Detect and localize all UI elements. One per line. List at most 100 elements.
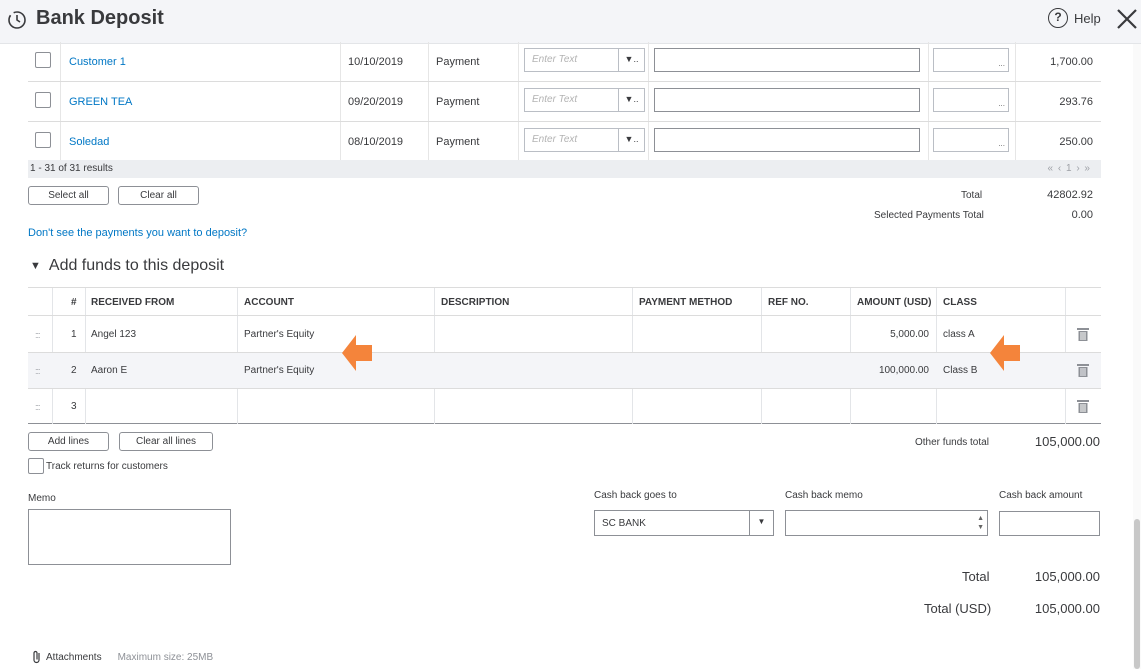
clear-all-button[interactable]: Clear all bbox=[118, 186, 199, 205]
attachments-label[interactable]: Attachments bbox=[46, 652, 102, 663]
attachments-area[interactable]: Attachments Maximum size: 25MB bbox=[32, 650, 213, 664]
total-value: 42802.92 bbox=[1047, 189, 1093, 201]
other-funds-total-value: 105,000.00 bbox=[1034, 434, 1100, 449]
row-checkbox[interactable] bbox=[35, 132, 51, 148]
ref-no-input[interactable]: ... bbox=[933, 48, 1009, 72]
page-title: Bank Deposit bbox=[36, 7, 164, 29]
received-from-cell[interactable]: Angel 123 bbox=[91, 329, 136, 340]
ref-no-input[interactable]: ... bbox=[933, 128, 1009, 152]
missing-payments-link[interactable]: Don't see the payments you want to depos… bbox=[28, 227, 247, 239]
amount-cell[interactable]: 5,000.00 bbox=[857, 329, 929, 340]
payment-amount: 1,700.00 bbox=[1050, 55, 1093, 68]
other-funds-total-label: Other funds total bbox=[915, 437, 989, 448]
payment-row: GREEN TEA 09/20/2019 Payment Enter Text ▼… bbox=[28, 82, 1101, 122]
row-checkbox[interactable] bbox=[35, 92, 51, 108]
payment-type: Payment bbox=[436, 95, 480, 108]
page-header: Bank Deposit ? Help bbox=[0, 0, 1141, 44]
col-header-amount: AMOUNT (USD) bbox=[857, 297, 932, 308]
dropdown-arrow-icon[interactable]: ▼ bbox=[749, 511, 773, 535]
total-label: Total bbox=[961, 190, 983, 201]
dropdown-arrow-icon[interactable]: ▼.. bbox=[618, 89, 644, 111]
cash-back-memo-label: Cash back memo bbox=[785, 490, 863, 501]
trash-icon[interactable] bbox=[1077, 399, 1089, 413]
help-icon: ? bbox=[1048, 8, 1068, 28]
payment-method-select[interactable]: Enter Text ▼.. bbox=[524, 48, 645, 72]
total-usd-label: Total (USD) bbox=[924, 601, 992, 616]
cash-back-goes-to-label: Cash back goes to bbox=[594, 490, 677, 501]
paperclip-icon bbox=[33, 650, 40, 664]
col-header-num: # bbox=[71, 297, 77, 308]
ref-no-input[interactable]: ... bbox=[933, 88, 1009, 112]
scrollbar[interactable] bbox=[1133, 44, 1141, 669]
clear-all-lines-button[interactable]: Clear all lines bbox=[119, 432, 213, 451]
funds-grid: # RECEIVED FROM ACCOUNT DESCRIPTION PAYM… bbox=[28, 287, 1101, 424]
dropdown-arrow-icon[interactable]: ▼.. bbox=[618, 129, 644, 151]
collapse-triangle-icon: ▼ bbox=[30, 260, 41, 272]
add-funds-section-toggle[interactable]: ▼ Add funds to this deposit bbox=[30, 257, 224, 275]
annotation-arrow-left bbox=[990, 335, 1020, 371]
cash-back-account-select[interactable]: SC BANK ▼ bbox=[594, 510, 774, 536]
account-cell[interactable]: Partner's Equity bbox=[244, 365, 314, 376]
payment-method-select[interactable]: Enter Text ▼.. bbox=[524, 128, 645, 152]
row-number: 2 bbox=[71, 365, 77, 376]
class-cell[interactable]: Class B bbox=[943, 365, 977, 376]
trash-icon[interactable] bbox=[1077, 327, 1089, 341]
memo-input[interactable] bbox=[654, 128, 920, 152]
class-cell[interactable]: class A bbox=[943, 329, 975, 340]
drag-handle-icon[interactable]: ::: bbox=[35, 366, 40, 376]
funds-row[interactable]: ::: 1 Angel 123 Partner's Equity 5,000.0… bbox=[28, 317, 1101, 353]
cash-back-amount-input[interactable] bbox=[999, 511, 1100, 536]
customer-link[interactable]: Soledad bbox=[69, 136, 109, 148]
trash-icon[interactable] bbox=[1077, 363, 1089, 377]
payment-date: 10/10/2019 bbox=[348, 55, 404, 68]
close-icon[interactable] bbox=[1115, 6, 1139, 32]
dropdown-arrow-icon[interactable]: ▼.. bbox=[618, 49, 644, 71]
funds-row[interactable]: ::: 2 Aaron E Partner's Equity 100,000.0… bbox=[28, 353, 1101, 389]
memo-input[interactable] bbox=[654, 88, 920, 112]
resize-stepper-icon[interactable]: ▲ ▼ bbox=[977, 514, 984, 532]
col-header-received-from: RECEIVED FROM bbox=[91, 297, 175, 308]
account-cell[interactable]: Partner's Equity bbox=[244, 329, 314, 340]
track-returns-checkbox[interactable]: Track returns for customers bbox=[28, 458, 168, 474]
received-from-cell[interactable]: Aaron E bbox=[91, 365, 127, 376]
section-title: Add funds to this deposit bbox=[48, 257, 225, 274]
row-checkbox[interactable] bbox=[35, 52, 51, 68]
selected-total-value: 0.00 bbox=[1071, 209, 1093, 221]
col-header-payment-method: PAYMENT METHOD bbox=[639, 297, 733, 308]
payment-amount: 250.00 bbox=[1059, 135, 1093, 148]
cash-back-memo-input[interactable]: ▲ ▼ bbox=[785, 510, 988, 536]
select-placeholder: Enter Text bbox=[532, 54, 578, 65]
funds-header-row: # RECEIVED FROM ACCOUNT DESCRIPTION PAYM… bbox=[28, 288, 1101, 316]
drag-handle-icon[interactable]: ::: bbox=[35, 330, 40, 340]
row-number: 1 bbox=[71, 329, 77, 340]
annotation-arrow-left bbox=[342, 335, 372, 371]
memo-label: Memo bbox=[28, 493, 56, 504]
selected-total-label: Selected Payments Total bbox=[874, 210, 984, 221]
row-number: 3 bbox=[71, 401, 77, 412]
select-all-button[interactable]: Select all bbox=[28, 186, 109, 205]
help-label: Help bbox=[1074, 10, 1101, 26]
funds-row[interactable]: ::: 3 bbox=[28, 389, 1101, 425]
scrollbar-thumb[interactable] bbox=[1134, 519, 1140, 669]
customer-link[interactable]: Customer 1 bbox=[69, 56, 126, 68]
grand-total-value: 105,000.00 bbox=[1034, 569, 1100, 584]
help-button[interactable]: ? Help bbox=[1048, 8, 1101, 28]
amount-cell[interactable]: 100,000.00 bbox=[857, 365, 929, 376]
payment-method-select[interactable]: Enter Text ▼.. bbox=[524, 88, 645, 112]
history-icon[interactable] bbox=[6, 9, 28, 31]
add-lines-button[interactable]: Add lines bbox=[28, 432, 109, 451]
pagination[interactable]: « ‹ 1 › » bbox=[1048, 163, 1091, 174]
customer-link[interactable]: GREEN TEA bbox=[69, 96, 132, 108]
payment-date: 09/20/2019 bbox=[348, 95, 404, 108]
memo-input[interactable] bbox=[654, 48, 920, 72]
payment-type: Payment bbox=[436, 55, 480, 68]
checkbox[interactable] bbox=[28, 458, 44, 474]
payment-amount: 293.76 bbox=[1059, 95, 1093, 108]
max-size-label: Maximum size: 25MB bbox=[117, 651, 214, 663]
total-usd-value: 105,000.00 bbox=[1034, 601, 1100, 616]
drag-handle-icon[interactable]: ::: bbox=[35, 402, 40, 412]
cash-back-account-value: SC BANK bbox=[602, 518, 646, 529]
cash-back-amount-label: Cash back amount bbox=[999, 490, 1083, 501]
memo-textarea[interactable] bbox=[28, 509, 231, 565]
results-count: 1 - 31 of 31 results bbox=[30, 163, 113, 174]
